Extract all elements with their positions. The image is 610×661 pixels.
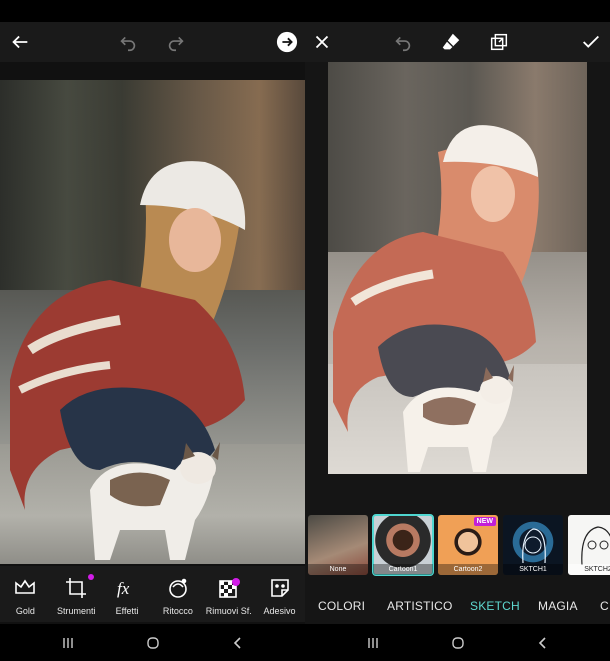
- close-button[interactable]: [308, 28, 336, 56]
- back-button[interactable]: [6, 28, 34, 56]
- recents-button[interactable]: [58, 633, 78, 653]
- system-nav-bar: [305, 624, 610, 661]
- tool-strumenti[interactable]: Strumenti: [51, 566, 102, 622]
- sticker-icon: [270, 579, 289, 597]
- crown-icon: [15, 579, 36, 594]
- arrow-right-circle-icon: [276, 31, 298, 53]
- undo-icon: [395, 36, 411, 52]
- next-button[interactable]: [273, 28, 301, 56]
- undo-button[interactable]: [114, 28, 142, 56]
- arrow-left-icon: [12, 35, 28, 49]
- redo-icon: [168, 36, 184, 52]
- tool-label: Gold: [15, 606, 35, 616]
- close-icon: [315, 35, 329, 49]
- filter-thumb-sktch2[interactable]: T SKTCH2: [568, 515, 610, 575]
- compare-icon: [490, 33, 508, 51]
- chevron-left-icon: [233, 637, 241, 649]
- tool-label: Effetti: [115, 606, 139, 616]
- effect-category-tabs: COLORI ARTISTICO SKETCH MAGIA C: [305, 584, 610, 624]
- tool-label: Ritocco: [162, 606, 193, 616]
- cartoon-preview-photo: [328, 62, 587, 474]
- filter-label: Cartoon2: [438, 564, 498, 575]
- tab-more[interactable]: C: [600, 599, 609, 613]
- recents-icon: [63, 638, 73, 648]
- filter-label: None: [308, 564, 368, 575]
- svg-text:fx: fx: [117, 579, 130, 598]
- crop-icon: [66, 578, 87, 598]
- effects-pane: None Cartoon1 NEW Cartoon2 SKTCH1 T SKTC…: [305, 0, 610, 661]
- remove-background-icon: [218, 578, 240, 598]
- status-bar: [305, 0, 610, 22]
- tool-bar: Gold Strumenti fx Effetti Ritocco Rimuov…: [0, 566, 305, 622]
- effects-toolbar: [305, 22, 610, 62]
- new-badge: NEW: [473, 517, 496, 526]
- tool-effetti[interactable]: fx Effetti: [102, 566, 153, 622]
- recents-icon: [368, 638, 378, 648]
- home-button[interactable]: [448, 633, 468, 653]
- status-bar: [0, 0, 305, 22]
- recents-button[interactable]: [363, 633, 383, 653]
- editor-toolbar: [0, 22, 305, 62]
- photo-canvas[interactable]: [0, 62, 305, 566]
- tab-magia[interactable]: MAGIA: [538, 599, 578, 613]
- tool-ritocco[interactable]: Ritocco: [152, 566, 203, 622]
- retouch-face-icon: [169, 578, 187, 598]
- fx-icon: fx: [117, 579, 130, 598]
- filter-label: SKTCH1: [503, 564, 563, 575]
- filter-thumbnail-strip: None Cartoon1 NEW Cartoon2 SKTCH1 T SKTC…: [305, 510, 610, 578]
- redo-button[interactable]: [162, 28, 190, 56]
- tool-gold[interactable]: Gold: [0, 566, 51, 622]
- tool-adesivo[interactable]: Adesivo: [254, 566, 305, 622]
- tool-rimuovi-sfondo[interactable]: Rimuovi Sf.: [203, 566, 254, 622]
- tool-label: Adesivo: [263, 606, 296, 616]
- filter-thumb-sktch1[interactable]: SKTCH1: [503, 515, 563, 575]
- system-back-button[interactable]: [533, 633, 553, 653]
- new-indicator-dot: [87, 574, 94, 580]
- undo-icon: [120, 36, 136, 52]
- eraser-icon: [442, 33, 460, 50]
- system-nav-bar: [0, 624, 305, 661]
- tool-label: Strumenti: [56, 606, 96, 616]
- original-photo: [0, 80, 305, 564]
- chevron-left-icon: [538, 637, 546, 649]
- filter-thumb-cartoon2[interactable]: NEW Cartoon2: [438, 515, 498, 575]
- filter-label: SKTCH2: [568, 564, 610, 575]
- filter-label: Cartoon1: [373, 564, 433, 575]
- filter-thumb-cartoon1[interactable]: Cartoon1: [372, 514, 434, 576]
- photo-canvas[interactable]: [305, 62, 610, 566]
- editor-pane: Gold Strumenti fx Effetti Ritocco Rimuov…: [0, 0, 305, 661]
- filter-thumb-none[interactable]: None: [308, 515, 368, 575]
- tab-artistico[interactable]: ARTISTICO: [387, 599, 453, 613]
- home-button[interactable]: [143, 633, 163, 653]
- tab-colori[interactable]: COLORI: [318, 599, 365, 613]
- girl-with-cat-figure: [10, 161, 246, 560]
- cartoon-girl-with-cat-figure: [333, 125, 539, 472]
- home-circle-icon: [147, 637, 159, 649]
- apply-button[interactable]: [577, 28, 605, 56]
- system-back-button[interactable]: [228, 633, 248, 653]
- tool-label: Rimuovi Sf.: [205, 606, 252, 616]
- tab-sketch[interactable]: SKETCH: [470, 599, 520, 613]
- compare-button[interactable]: [485, 28, 513, 56]
- check-icon: [583, 35, 599, 48]
- eraser-button[interactable]: [437, 28, 465, 56]
- home-circle-icon: [452, 637, 464, 649]
- undo-button[interactable]: [389, 28, 417, 56]
